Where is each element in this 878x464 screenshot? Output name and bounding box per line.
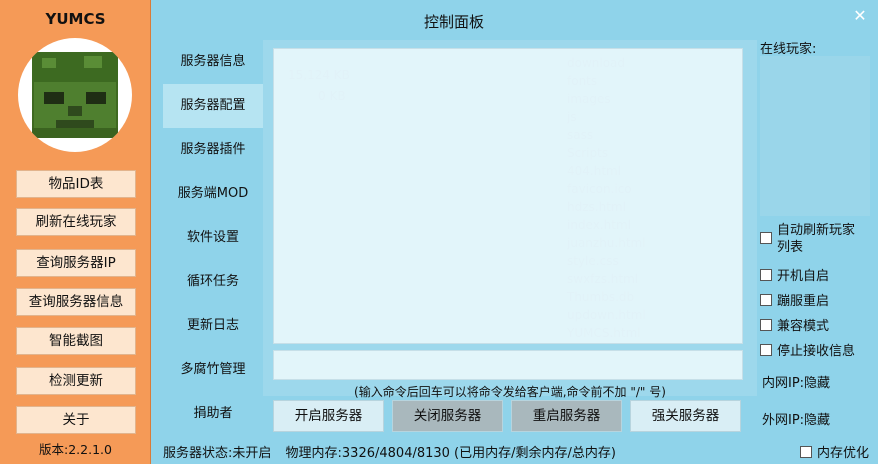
compat-mode-option[interactable]: 兼容模式 [760,315,829,334]
compat-mode-checkbox[interactable] [760,319,772,331]
autostart-checkbox[interactable] [760,269,772,281]
tab-software-settings[interactable]: 软件设置 [163,216,263,260]
wan-ip-label: 外网IP:隐藏 [762,413,831,428]
check-update-button[interactable]: 检测更新 [16,367,136,395]
tab-changelog[interactable]: 更新日志 [163,304,263,348]
lan-ip-label: 内网IP:隐藏 [762,376,831,391]
auto-refresh-option[interactable]: 自动刷新玩家列表 [760,222,857,256]
app-name: YUMCS [45,10,106,28]
autostart-option[interactable]: 开机自启 [760,265,829,284]
query-server-info-button[interactable]: 查询服务器信息 [16,288,136,316]
restart-server-button[interactable]: 重启服务器 [511,400,622,432]
crash-restart-checkbox[interactable] [760,294,772,306]
compat-mode-label: 兼容模式 [777,319,830,334]
item-id-table-button[interactable]: 物品ID表 [16,170,136,198]
command-hint: (输入命令后回车可以将命令发给客户端,命令前不加 "/" 号) [354,385,666,399]
online-players-label: 在线玩家: [760,42,817,57]
about-button[interactable]: 关于 [16,406,136,434]
tab-server-mod[interactable]: 服务端MOD [163,172,263,216]
tab-server-info[interactable]: 服务器信息 [163,40,263,84]
auto-refresh-label: 自动刷新玩家列表 [777,223,856,255]
memory-optimize-label: 内存优化 [817,446,870,461]
nav-tabs: 服务器信息 服务器配置 服务器插件 服务端MOD 软件设置 循环任务 更新日志 … [163,40,263,436]
window-title: 控制面板 [423,13,484,31]
autostart-label: 开机自启 [777,269,830,284]
console-output[interactable] [273,48,743,344]
online-players-list[interactable] [760,56,870,216]
memory-status: 物理内存:3326/4804/8130 (已用内存/剩余内存/总内存) [285,446,616,461]
server-status: 服务器状态:未开启 [163,446,272,461]
start-server-button[interactable]: 开启服务器 [273,400,384,432]
tab-multi-admin[interactable]: 多腐竹管理 [163,348,263,392]
memory-optimize-checkbox[interactable] [800,446,812,458]
tab-server-plugins[interactable]: 服务器插件 [163,128,263,172]
query-server-ip-button[interactable]: 查询服务器IP [16,249,136,277]
smart-screenshot-button[interactable]: 智能截图 [16,327,136,355]
memory-optimize-option[interactable]: 内存优化 [800,442,869,461]
stop-receive-label: 停止接收信息 [777,344,856,359]
force-stop-server-button[interactable]: 强关服务器 [630,400,741,432]
tab-loop-tasks[interactable]: 循环任务 [163,260,263,304]
tab-donors[interactable]: 捐助者 [163,392,263,436]
stop-receive-checkbox[interactable] [760,344,772,356]
status-bar: 服务器状态:未开启 物理内存:3326/4804/8130 (已用内存/剩余内存… [163,442,626,461]
stop-server-button[interactable]: 关闭服务器 [392,400,503,432]
refresh-online-players-button[interactable]: 刷新在线玩家 [16,208,136,236]
crash-restart-option[interactable]: 蹦服重启 [760,290,829,309]
stop-receive-option[interactable]: 停止接收信息 [760,340,855,359]
close-icon[interactable]: ✕ [850,6,870,26]
crash-restart-label: 蹦服重启 [777,294,830,309]
version-label: 版本:2.2.1.0 [39,442,112,457]
left-sidebar: YUMCS 物品ID表 刷新在线玩家 查询服务器IP 查询服务器信息 智能截图 … [0,0,151,464]
auto-refresh-checkbox[interactable] [760,232,772,244]
command-input[interactable] [273,350,743,380]
zombie-head-logo [18,38,132,152]
tab-server-config[interactable]: 服务器配置 [163,84,263,128]
